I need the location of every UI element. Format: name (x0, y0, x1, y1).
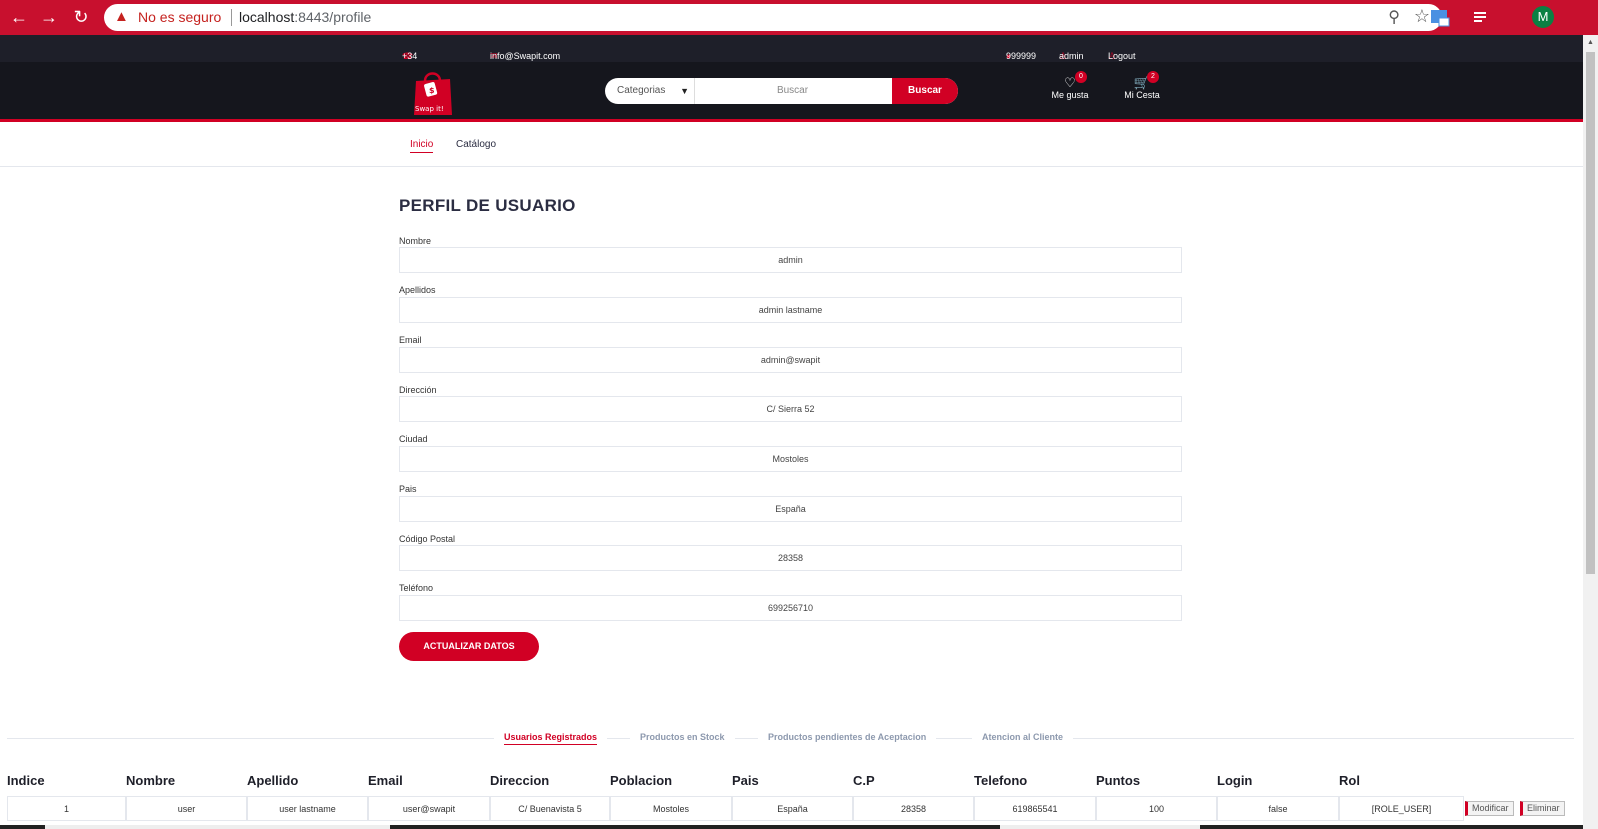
cell-direccion: C/ Buenavista 5 (490, 796, 610, 821)
col-header-login: Login (1217, 773, 1253, 788)
forward-arrow-icon[interactable]: → (38, 6, 60, 28)
cell-indice: 1 (7, 796, 126, 821)
wishlist-count: 0 (1075, 71, 1087, 83)
category-select[interactable]: Categorias ▼ (605, 78, 695, 104)
col-header-indice: Indice (7, 773, 45, 788)
col-header-apellido: Apellido (247, 773, 299, 788)
reload-icon[interactable]: ↻ (70, 6, 92, 28)
cell-poblacion: Mostoles (610, 796, 732, 821)
page-scrollbar[interactable]: ▲ (1583, 35, 1598, 829)
svg-text:Swap it!: Swap it! (415, 105, 444, 113)
tab-atencion-cliente[interactable]: Atencion al Cliente (972, 732, 1074, 742)
codigo-postal-label: Código Postal (399, 534, 456, 544)
search-form: Categorias ▼ Buscar Buscar (605, 78, 958, 104)
col-header-cp: C.P (853, 773, 875, 788)
direccion-input[interactable]: C/ Sierra 52 (399, 396, 1182, 422)
main-navigation: Inicio Catálogo (0, 125, 1583, 167)
media-queue-icon[interactable] (1472, 8, 1492, 28)
scroll-up-icon[interactable]: ▲ (1587, 39, 1594, 46)
address-bar[interactable]: ▲ No es seguro localhost:8443/profile ⚲ … (104, 4, 1442, 31)
email-input[interactable]: admin@swapit (399, 347, 1182, 373)
caret-down-icon: ▼ (680, 86, 689, 96)
col-header-nombre: Nombre (126, 773, 176, 788)
scrollbar-thumb[interactable] (1586, 52, 1595, 574)
col-header-puntos: Puntos (1096, 773, 1141, 788)
wishlist-link[interactable]: ♡ 0 Me gusta (1045, 71, 1095, 100)
cell-apellido: user lastname (247, 796, 368, 821)
divider (231, 9, 232, 26)
search-input[interactable]: Buscar (695, 78, 890, 104)
extension-icon[interactable] (1430, 8, 1450, 28)
cell-login: false (1217, 796, 1339, 821)
url-text[interactable]: localhost:8443/profile (239, 9, 371, 25)
cell-email: user@swapit (368, 796, 490, 821)
ciudad-label: Ciudad (399, 434, 428, 444)
cart-count: 2 (1147, 71, 1159, 83)
page-title: PERFIL DE USUARIO (399, 196, 576, 215)
cell-rol: [ROLE_USER] (1339, 796, 1464, 821)
tab-productos-stock[interactable]: Productos en Stock (630, 732, 735, 742)
col-header-email: Email (368, 773, 403, 788)
telefono-input[interactable]: 699256710 (399, 595, 1182, 621)
nav-inicio[interactable]: Inicio (410, 139, 434, 153)
insecure-label: No es seguro (138, 9, 222, 25)
cart-link[interactable]: 🛒 2 Mi Cesta (1117, 71, 1167, 100)
browser-toolbar: ← → ↻ ▲ No es seguro localhost:8443/prof… (0, 0, 1598, 35)
col-header-direccion: Direccion (490, 773, 550, 788)
pais-input[interactable]: España (399, 496, 1182, 522)
cell-nombre: user (126, 796, 247, 821)
nombre-label: Nombre (399, 236, 432, 246)
col-header-poblacion: Poblacion (610, 773, 673, 788)
cell-cp: 28358 (853, 796, 974, 821)
search-button[interactable]: Buscar (892, 78, 958, 104)
nombre-input[interactable]: admin (399, 247, 1182, 273)
col-header-telefono: Telefono (974, 773, 1028, 788)
direccion-label: Dirección (399, 385, 437, 395)
apellidos-input[interactable]: admin lastname (399, 297, 1182, 323)
codigo-postal-input[interactable]: 28358 (399, 545, 1182, 571)
nav-catalogo[interactable]: Catálogo (456, 139, 496, 150)
tab-usuarios-registrados[interactable]: Usuarios Registrados (494, 732, 608, 745)
bookmark-star-icon[interactable]: ☆ (1414, 6, 1430, 27)
pais-label: Pais (399, 484, 417, 494)
main-header: $ Swap it! Categorias ▼ Buscar Buscar ♡ 0… (0, 62, 1583, 122)
zoom-icon[interactable]: ⚲ (1388, 7, 1400, 27)
warning-icon: ▲ (114, 8, 129, 25)
ciudad-input[interactable]: Mostoles (399, 446, 1182, 472)
telefono-label: Teléfono (399, 583, 434, 593)
apellidos-label: Apellidos (399, 285, 436, 295)
col-header-rol: Rol (1339, 773, 1360, 788)
email-label: Email (399, 335, 422, 345)
update-data-button[interactable]: ACTUALIZAR DATOS (399, 632, 539, 661)
cart-icon: 🛒 (1133, 75, 1151, 90)
modify-button[interactable]: Modificar (1465, 801, 1514, 816)
cell-puntos: 100 (1096, 796, 1217, 821)
heart-icon: ♡ (1064, 75, 1076, 90)
cell-pais: España (732, 796, 853, 821)
bottom-edge (0, 825, 1583, 829)
cell-telefono: 619865541 (974, 796, 1096, 821)
back-arrow-icon[interactable]: ← (8, 6, 30, 28)
profile-avatar[interactable]: M (1532, 6, 1554, 28)
svg-text:$: $ (429, 86, 435, 95)
top-header: ☎ +34 608 844 123 ✉ info@Swapit.com ● 99… (0, 35, 1583, 91)
tab-productos-pendientes[interactable]: Productos pendientes de Aceptacion (758, 732, 937, 742)
swapit-logo[interactable]: $ Swap it! (410, 67, 456, 117)
col-header-pais: Pais (732, 773, 759, 788)
delete-button[interactable]: Eliminar (1520, 801, 1565, 816)
